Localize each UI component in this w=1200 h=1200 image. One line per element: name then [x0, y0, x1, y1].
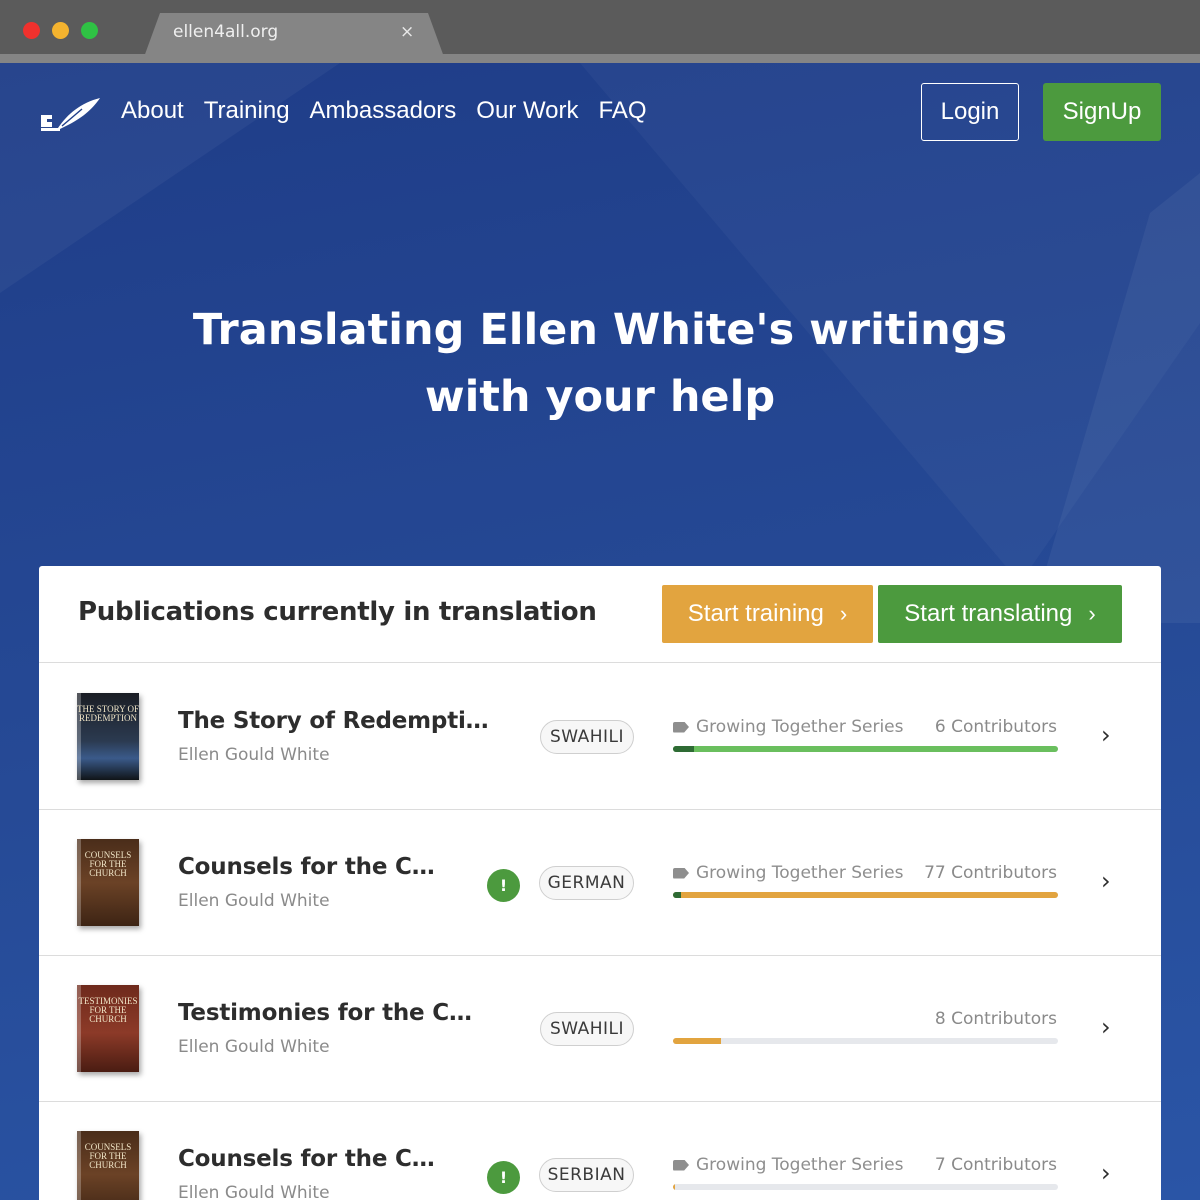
alert-icon[interactable]: ! [487, 1161, 520, 1194]
book-cover-text: The Story of Redemption [77, 704, 139, 723]
contributors-count: 7 Contributors [934, 1155, 1057, 1175]
contributors-count: 6 Contributors [934, 717, 1057, 737]
series-name: Growing Together Series [696, 863, 904, 883]
progress-fill [673, 892, 1058, 898]
book-cover: Counsels for the Church [77, 839, 139, 926]
signup-button[interactable]: SignUp [1043, 83, 1161, 141]
nav-link-our-work[interactable]: Our Work [476, 97, 578, 125]
series-label: Growing Together Series [673, 717, 904, 737]
alert-icon[interactable]: ! [487, 869, 520, 902]
hero-title-line1: Translating Ellen White's writings [192, 305, 1008, 355]
start-training-label: Start training [687, 600, 824, 627]
browser-tab[interactable]: ellen4all.org × [144, 13, 444, 57]
progress-fill [673, 1038, 722, 1044]
chevron-right-icon[interactable]: › [1101, 1013, 1111, 1041]
publication-author: Ellen Gould White [178, 1037, 330, 1057]
publication-author: Ellen Gould White [178, 745, 330, 765]
tag-icon [673, 721, 689, 733]
chevron-right-icon[interactable]: › [1101, 867, 1111, 895]
language-badge: SWAHILI [540, 1012, 634, 1046]
hero-title: Translating Ellen White's writings with … [0, 297, 1200, 431]
tag-icon [673, 1159, 689, 1171]
progress-bar [673, 892, 1058, 898]
publication-row[interactable]: The Story of Redemption The Story of Red… [39, 664, 1161, 810]
contributors-count: 77 Contributors [924, 863, 1057, 883]
publication-author: Ellen Gould White [178, 891, 330, 911]
publications-card: Publications currently in translation St… [39, 566, 1161, 1200]
publication-title[interactable]: Counsels for the Church [178, 1146, 448, 1172]
chevron-right-icon: › [839, 601, 848, 626]
start-translating-label: Start translating [904, 600, 1073, 627]
book-cover: Testimonies for the Church [77, 985, 139, 1072]
contributors-count: 8 Contributors [934, 1009, 1057, 1029]
nav-link-training[interactable]: Training [204, 97, 290, 125]
main-nav: About Training Ambassadors Our Work FAQ [121, 97, 647, 125]
book-cover: Counsels for the Church [77, 1131, 139, 1200]
book-cover-text: Testimonies for the Church [78, 996, 138, 1024]
book-cover-text: Counsels for the Church [84, 850, 132, 878]
tag-icon [673, 867, 689, 879]
chevron-right-icon[interactable]: › [1101, 1159, 1111, 1187]
series-label: Growing Together Series [673, 863, 904, 883]
publication-row[interactable]: Testimonies for the Church Testimonies f… [39, 956, 1161, 1102]
progress-bar [673, 1038, 1058, 1044]
start-translating-button[interactable]: Start translating › [878, 585, 1122, 643]
publication-title[interactable]: The Story of Redemption [178, 708, 490, 734]
close-window-button[interactable] [23, 22, 40, 39]
browser-chrome: ellen4all.org × [0, 0, 1200, 63]
hero-title-line2: with your help [424, 372, 776, 422]
start-training-button[interactable]: Start training › [662, 585, 873, 643]
close-icon[interactable]: × [400, 22, 414, 42]
language-badge: GERMAN [539, 866, 634, 900]
nav-link-faq[interactable]: FAQ [599, 97, 647, 125]
publications-heading: Publications currently in translation [78, 597, 597, 627]
publication-title[interactable]: Counsels for the Church [178, 854, 448, 880]
chevron-right-icon: › [1088, 601, 1096, 626]
quill-logo-icon[interactable] [38, 95, 102, 135]
progress-done-fill [673, 746, 695, 752]
publications-header: Publications currently in translation St… [39, 566, 1161, 663]
chevron-right-icon[interactable]: › [1101, 721, 1111, 749]
page-content: About Training Ambassadors Our Work FAQ … [0, 63, 1200, 1200]
publication-row[interactable]: Counsels for the Church Counsels for the… [39, 1102, 1161, 1200]
series-name: Growing Together Series [696, 1155, 904, 1175]
publication-row[interactable]: Counsels for the Church Counsels for the… [39, 810, 1161, 956]
toolbar-strip [0, 54, 1200, 63]
language-badge: SWAHILI [540, 720, 634, 754]
progress-bar [673, 746, 1058, 752]
publication-title[interactable]: Testimonies for the Church [178, 1000, 483, 1026]
book-cover-text: Counsels for the Church [84, 1142, 132, 1170]
nav-link-ambassadors[interactable]: Ambassadors [310, 97, 457, 125]
maximize-window-button[interactable] [81, 22, 98, 39]
series-name: Growing Together Series [696, 717, 904, 737]
minimize-window-button[interactable] [52, 22, 69, 39]
tab-title: ellen4all.org [173, 22, 279, 42]
login-button[interactable]: Login [921, 83, 1019, 141]
language-badge: SERBIAN [539, 1158, 634, 1192]
progress-fill [673, 1184, 676, 1190]
progress-bar [673, 1184, 1058, 1190]
progress-fill [673, 746, 1058, 752]
book-cover: The Story of Redemption [77, 693, 139, 780]
nav-link-about[interactable]: About [121, 97, 184, 125]
progress-done-fill [673, 892, 681, 898]
series-label: Growing Together Series [673, 1155, 904, 1175]
publication-author: Ellen Gould White [178, 1183, 330, 1200]
